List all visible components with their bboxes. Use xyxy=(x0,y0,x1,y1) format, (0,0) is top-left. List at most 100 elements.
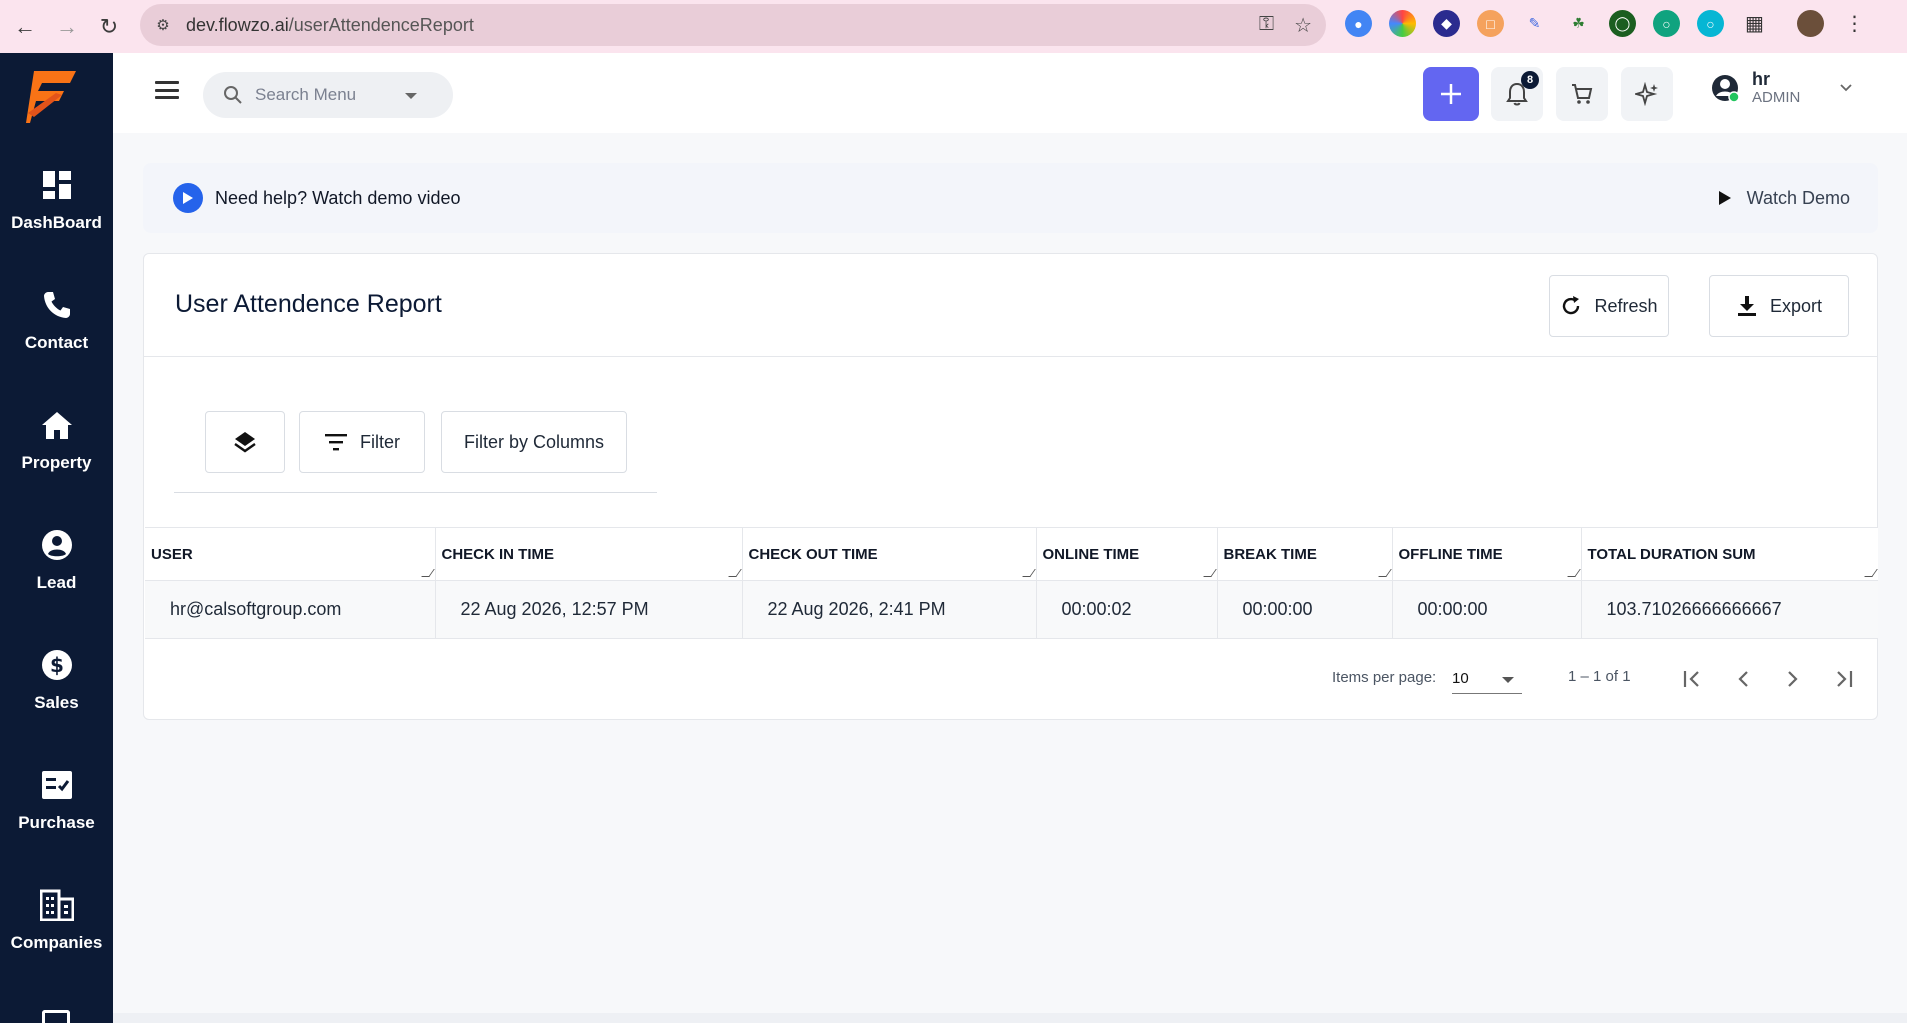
sidebar-more-icon[interactable] xyxy=(42,1010,70,1023)
watch-demo-button[interactable]: Watch Demo xyxy=(1718,187,1850,209)
play-circle-icon[interactable] xyxy=(173,183,203,213)
next-page-button[interactable] xyxy=(1776,662,1810,696)
column-header-user[interactable]: USER xyxy=(145,527,436,581)
add-button[interactable] xyxy=(1423,67,1479,121)
column-header-break-time[interactable]: BREAK TIME xyxy=(1217,527,1393,581)
export-button[interactable]: Export xyxy=(1709,275,1849,337)
reload-icon[interactable]: ↻ xyxy=(88,6,130,48)
forward-arrow-icon[interactable]: → xyxy=(46,6,88,48)
previous-page-button[interactable] xyxy=(1726,662,1760,696)
cell-check-out: 22 Aug 2026, 2:41 PM xyxy=(742,580,1037,639)
last-page-button[interactable] xyxy=(1826,662,1860,696)
extension-icon[interactable]: ○ xyxy=(1653,10,1680,37)
browser-toolbar: ← → ↻ ⚙ dev.flowzo.ai/userAttendenceRepo… xyxy=(0,0,1907,53)
filter-button[interactable]: Filter xyxy=(299,411,425,473)
cart-icon xyxy=(1572,84,1593,104)
extension-icon[interactable]: ◆ xyxy=(1433,10,1460,37)
dropdown-arrow-icon xyxy=(1502,677,1514,683)
address-bar[interactable]: ⚙ dev.flowzo.ai/userAttendenceReport ⚿ ☆ xyxy=(140,4,1326,46)
dollar-icon: $ xyxy=(40,648,74,682)
sidebar-item-label: Contact xyxy=(24,333,89,352)
table-header-row: USER CHECK IN TIME CHECK OUT TIME ONLINE… xyxy=(145,527,1878,581)
column-header-offline-time[interactable]: OFFLINE TIME xyxy=(1392,527,1582,581)
column-resize-handle[interactable] xyxy=(1202,569,1217,577)
extension-icon[interactable]: ✎ xyxy=(1521,10,1548,37)
column-header-check-out[interactable]: CHECK OUT TIME xyxy=(742,527,1037,581)
cell-total-duration: 103.71026666666667 xyxy=(1581,580,1878,639)
bookmark-star-icon[interactable]: ☆ xyxy=(1294,13,1312,38)
first-page-icon xyxy=(1683,671,1699,687)
filter-by-columns-button[interactable]: Filter by Columns xyxy=(441,411,627,473)
menu-toggle-icon[interactable] xyxy=(155,81,179,99)
extension-icon[interactable]: ☘ xyxy=(1565,10,1592,37)
extension-icon[interactable]: ◯ xyxy=(1609,10,1636,37)
column-resize-handle[interactable] xyxy=(1021,569,1036,577)
flowzo-logo-icon[interactable] xyxy=(26,65,80,123)
extension-icon[interactable]: ○ xyxy=(1697,10,1724,37)
building-icon xyxy=(39,888,74,922)
user-role: ADMIN xyxy=(1752,89,1801,106)
chevron-left-icon xyxy=(1738,671,1748,687)
extensions-puzzle-icon[interactable]: ▦ xyxy=(1741,10,1768,37)
refresh-label: Refresh xyxy=(1594,295,1658,316)
url-host: dev.flowzo.ai xyxy=(186,14,289,35)
account-circle-icon xyxy=(1712,75,1740,103)
site-settings-icon[interactable]: ⚙ xyxy=(148,10,178,40)
chevron-down-icon[interactable] xyxy=(405,93,417,99)
page-title: User Attendence Report xyxy=(175,290,442,318)
cell-offline-time: 00:00:00 xyxy=(1392,580,1582,639)
column-header-check-in[interactable]: CHECK IN TIME xyxy=(435,527,743,581)
cell-break-time: 00:00:00 xyxy=(1217,580,1393,639)
sidebar-item-lead[interactable]: Lead xyxy=(0,528,113,593)
extension-icon[interactable]: ● xyxy=(1345,10,1372,37)
user-menu[interactable]: hr ADMIN xyxy=(1710,69,1854,107)
chevron-down-icon[interactable] xyxy=(1838,80,1854,96)
column-header-online-time[interactable]: ONLINE TIME xyxy=(1036,527,1218,581)
back-arrow-icon[interactable]: ← xyxy=(4,6,46,48)
cell-user: hr@calsoftgroup.com xyxy=(145,580,436,639)
search-icon xyxy=(224,86,242,104)
sidebar-item-contact[interactable]: Contact xyxy=(0,288,113,353)
sidebar-item-companies[interactable]: Companies xyxy=(0,888,113,953)
help-text: Need help? Watch demo video xyxy=(215,187,461,208)
extension-icon[interactable]: □ xyxy=(1477,10,1504,37)
filter-by-columns-label: Filter by Columns xyxy=(463,431,605,452)
column-resize-handle[interactable] xyxy=(1566,569,1581,577)
sidebar-item-dashboard[interactable]: DashBoard xyxy=(0,168,113,233)
password-key-icon[interactable]: ⚿ xyxy=(1259,13,1274,38)
profile-avatar-icon[interactable] xyxy=(1797,10,1824,37)
search-menu-input[interactable]: Search Menu xyxy=(203,72,453,118)
column-resize-handle[interactable] xyxy=(727,569,742,577)
page-range: 1 – 1 of 1 xyxy=(1568,668,1631,685)
ai-sparkle-button[interactable] xyxy=(1621,67,1673,121)
cart-button[interactable] xyxy=(1556,67,1608,121)
sidebar-item-property[interactable]: Property xyxy=(0,408,113,473)
column-header-total-duration[interactable]: TOTAL DURATION SUM xyxy=(1581,527,1878,581)
extension-icon[interactable] xyxy=(1389,10,1416,37)
help-banner: Need help? Watch demo video Watch Demo xyxy=(143,163,1878,233)
notifications-button[interactable]: 8 xyxy=(1491,67,1543,121)
user-name: hr xyxy=(1752,69,1770,89)
browser-menu-icon[interactable]: ⋮ xyxy=(1841,10,1868,37)
items-per-page-select[interactable]: 10 xyxy=(1452,664,1522,694)
first-page-button[interactable] xyxy=(1676,662,1710,696)
table-row[interactable]: hr@calsoftgroup.com 22 Aug 2026, 12:57 P… xyxy=(145,580,1878,639)
layers-button[interactable] xyxy=(205,411,285,473)
home-icon xyxy=(40,408,74,442)
column-resize-handle[interactable] xyxy=(1864,569,1878,577)
filter-label: Filter xyxy=(360,431,400,452)
download-icon xyxy=(1737,296,1756,316)
items-per-page-value: 10 xyxy=(1452,670,1469,687)
column-resize-handle[interactable] xyxy=(1377,569,1392,577)
cell-check-in: 22 Aug 2026, 12:57 PM xyxy=(435,580,743,639)
url-path: /userAttendenceReport xyxy=(288,14,474,35)
url-text: dev.flowzo.ai/userAttendenceReport xyxy=(186,15,474,36)
dashboard-icon xyxy=(40,168,74,202)
refresh-button[interactable]: Refresh xyxy=(1549,275,1669,337)
svg-text:$: $ xyxy=(50,653,64,677)
last-page-icon xyxy=(1837,671,1853,687)
watch-demo-label: Watch Demo xyxy=(1746,187,1850,208)
sidebar-item-sales[interactable]: $ Sales xyxy=(0,648,113,713)
sidebar-item-purchase[interactable]: Purchase xyxy=(0,768,113,833)
column-resize-handle[interactable] xyxy=(420,569,435,577)
